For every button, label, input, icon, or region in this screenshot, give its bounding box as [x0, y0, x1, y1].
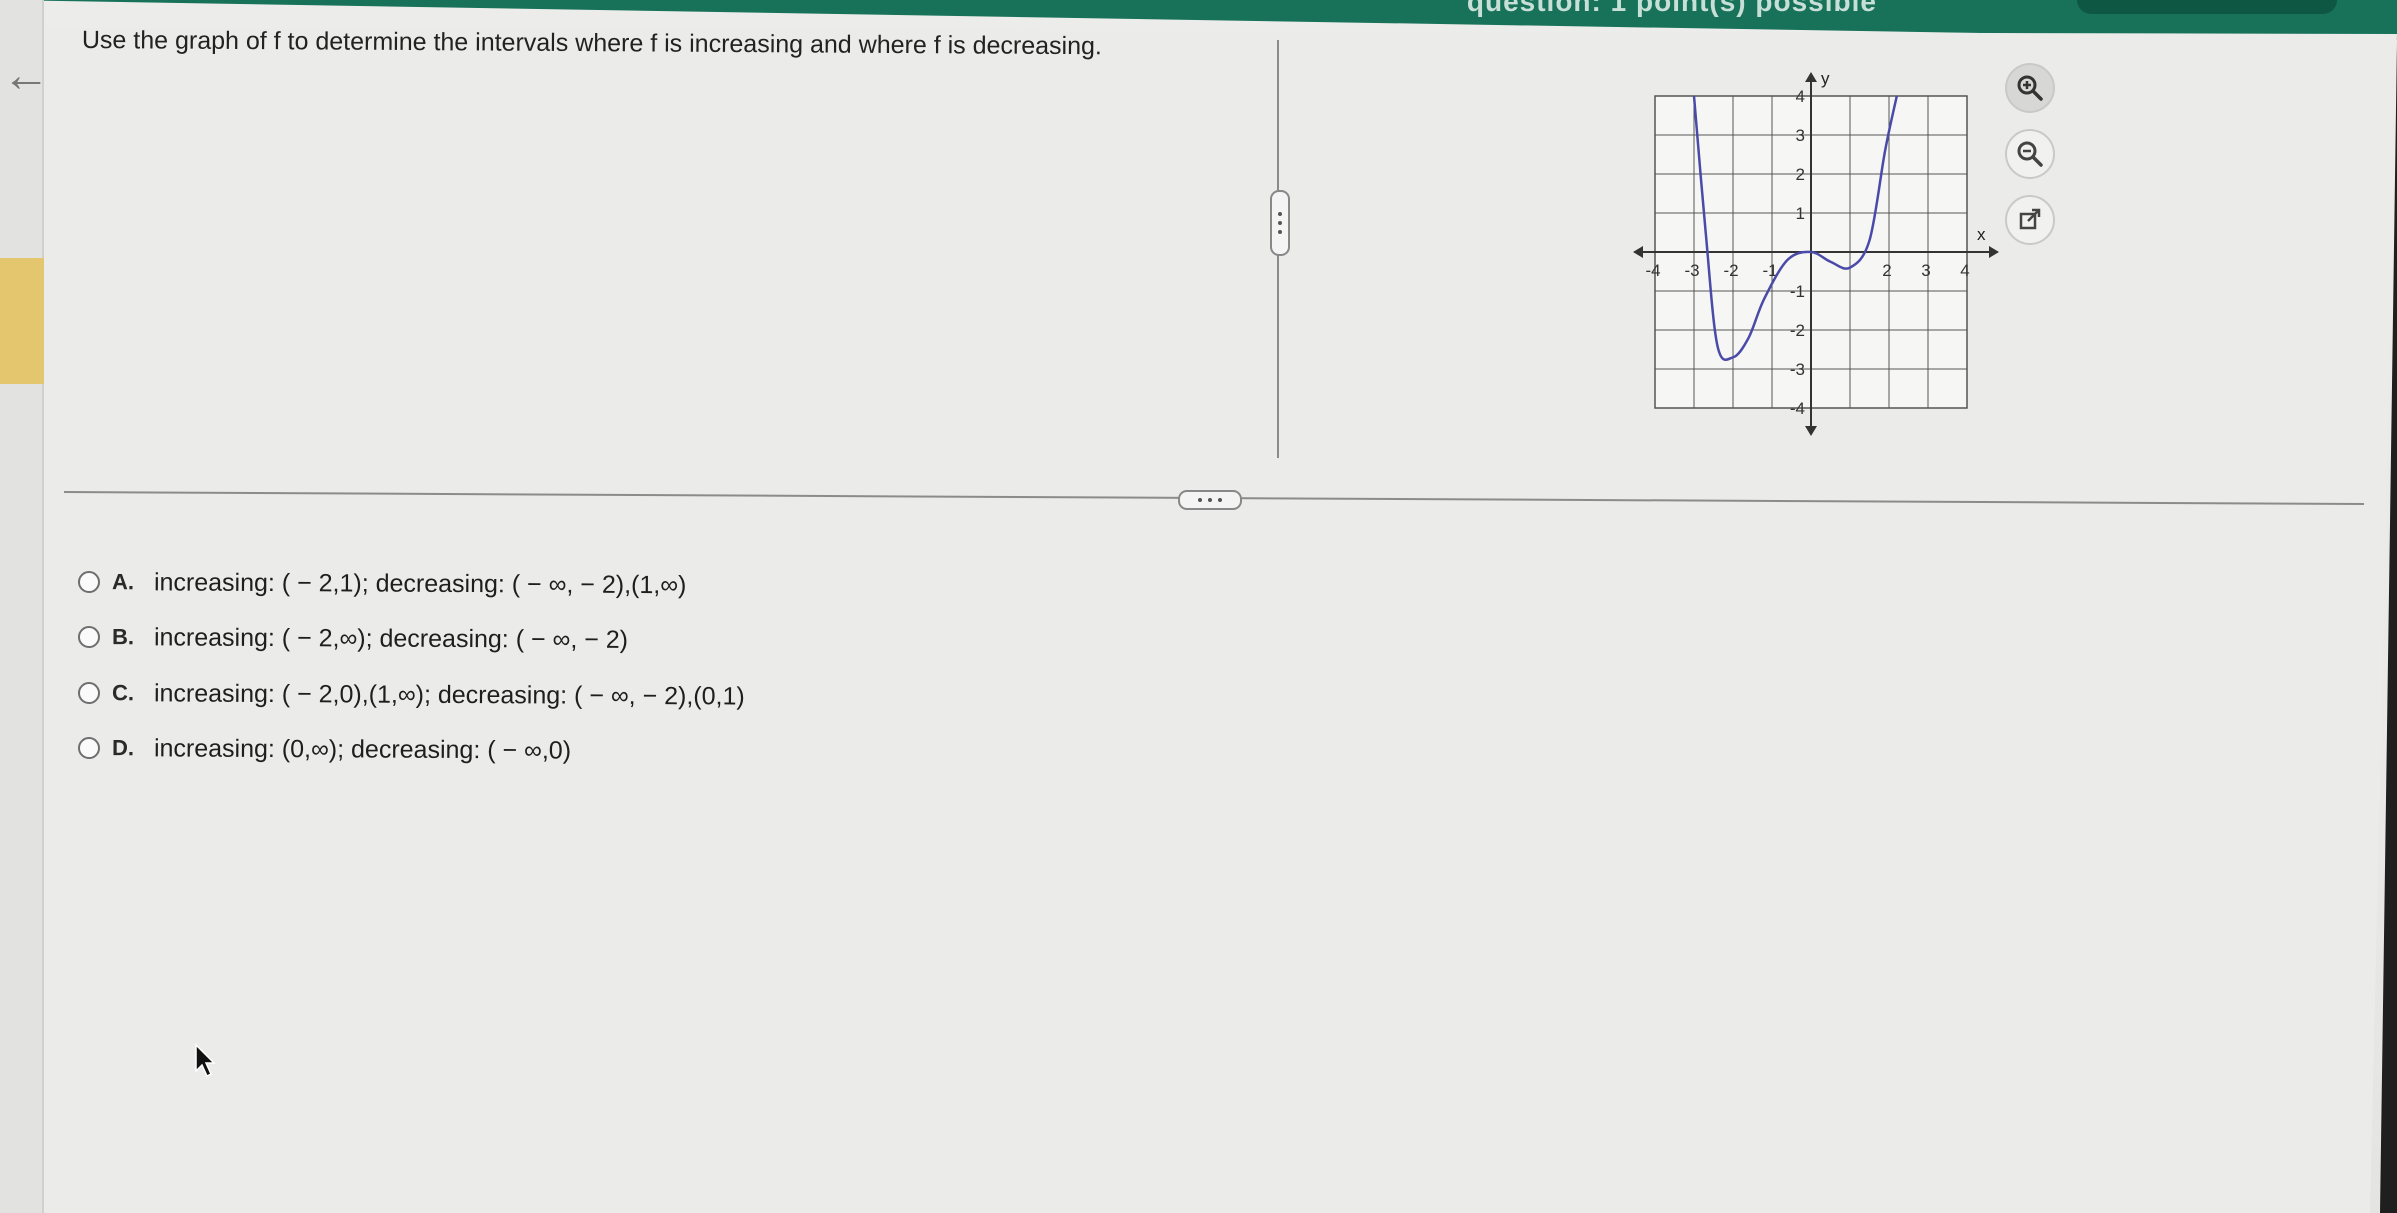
- y-tick-label: 4: [1796, 87, 1805, 106]
- header-partial-text: question: 1 point(s) possible: [1466, 0, 1877, 17]
- option-letter: A.: [111, 569, 135, 595]
- vertical-resize-handle[interactable]: [1270, 190, 1290, 256]
- horizontal-resize-handle[interactable]: [1178, 490, 1242, 510]
- zoom-out-button[interactable]: [2005, 129, 2055, 179]
- x-tick-label: 4: [1960, 261, 1969, 280]
- x-tick-label: -4: [1645, 261, 1660, 280]
- option-b[interactable]: B. increasing: ( − 2,∞); decreasing: ( −…: [77, 617, 629, 660]
- x-tick-label: 3: [1921, 261, 1930, 280]
- popout-icon: [2019, 208, 2041, 230]
- y-axis-down-arrow-icon: [1805, 426, 1817, 436]
- radio-button[interactable]: [77, 737, 101, 760]
- y-tick-label: 1: [1796, 204, 1805, 223]
- x-axis-right-arrow-icon: [1989, 246, 1999, 258]
- radio-button[interactable]: [77, 682, 101, 705]
- radio-button[interactable]: [77, 626, 101, 649]
- x-tick-label: -2: [1723, 261, 1738, 280]
- left-accent-marker: [0, 258, 44, 384]
- option-text: increasing: ( − 2,0),(1,∞); decreasing: …: [153, 678, 745, 710]
- y-tick-label: -1: [1790, 282, 1805, 301]
- y-tick-label: -3: [1790, 360, 1805, 379]
- x-tick-label: 2: [1882, 261, 1891, 280]
- option-a[interactable]: A. increasing: ( − 2,1); decreasing: ( −…: [77, 562, 687, 605]
- zoom-out-icon: [2017, 141, 2043, 167]
- option-d[interactable]: D. increasing: (0,∞); decreasing: ( − ∞,…: [77, 728, 572, 771]
- left-sidebar: [0, 0, 44, 1213]
- option-text: increasing: ( − 2,∞); decreasing: ( − ∞,…: [153, 622, 629, 654]
- option-letter: B.: [111, 624, 135, 650]
- question-text: Use the graph of f to determine the inte…: [81, 26, 1102, 61]
- back-arrow-icon[interactable]: ←: [2, 48, 50, 103]
- function-graph: -4 -3 -2 -1 2 3 44321-1-2-3-4 x y: [1633, 69, 1999, 436]
- mouse-cursor-icon: [195, 1043, 216, 1078]
- x-axis-label: x: [1977, 225, 1986, 244]
- option-c[interactable]: C. increasing: ( − 2,0),(1,∞); decreasin…: [77, 673, 745, 716]
- header-button[interactable]: [2077, 0, 2337, 14]
- option-text: increasing: (0,∞); decreasing: ( − ∞,0): [153, 733, 572, 765]
- y-axis-up-arrow-icon: [1805, 72, 1817, 82]
- zoom-in-icon: [2017, 75, 2043, 101]
- y-tick-label: 2: [1796, 165, 1805, 184]
- popout-button[interactable]: [2005, 195, 2055, 245]
- option-letter: D.: [111, 735, 135, 761]
- y-axis-label: y: [1821, 69, 1830, 88]
- x-tick-label: -3: [1684, 261, 1699, 280]
- x-axis-left-arrow-icon: [1633, 246, 1643, 258]
- radio-button[interactable]: [77, 571, 101, 594]
- zoom-in-button[interactable]: [2005, 63, 2055, 113]
- y-tick-label: 3: [1796, 126, 1805, 145]
- y-tick-label: -4: [1790, 399, 1805, 418]
- option-text: increasing: ( − 2,1); decreasing: ( − ∞,…: [153, 567, 687, 599]
- question-card: [30, 28, 2397, 1213]
- y-tick-label: -2: [1790, 321, 1805, 340]
- option-letter: C.: [111, 680, 135, 706]
